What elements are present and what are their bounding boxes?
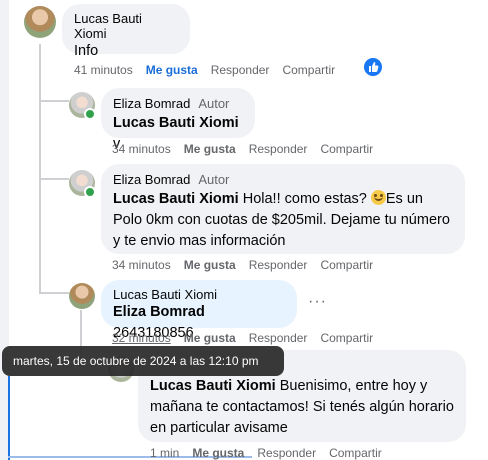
comment-author[interactable]: Lucas Bauti Xiomi xyxy=(74,11,178,41)
comment-time[interactable]: 32 minutos xyxy=(112,331,171,345)
share-button[interactable]: Compartir xyxy=(320,258,373,272)
smile-emoji-icon xyxy=(370,190,386,205)
avatar[interactable] xyxy=(69,283,95,309)
like-button[interactable]: Me gusta xyxy=(184,258,236,272)
like-button[interactable]: Me gusta xyxy=(184,142,236,156)
comment-author[interactable]: Eliza Bomrad xyxy=(113,172,190,187)
avatar[interactable] xyxy=(24,6,56,38)
mention-link[interactable]: Lucas Bauti Xiomi xyxy=(113,115,239,131)
share-button[interactable]: Compartir xyxy=(320,142,373,156)
comment-time[interactable]: 1 min xyxy=(150,446,179,460)
mention-link[interactable]: Lucas Bauti Xiomi xyxy=(113,191,239,207)
comment-actions: 32 minutos Me gusta Responder Compartir xyxy=(112,331,386,345)
like-reaction-icon[interactable] xyxy=(364,58,382,76)
timestamp-tooltip: martes, 15 de octubre de 2024 a las 12:1… xyxy=(2,346,284,376)
comment-actions: 41 minutos Me gusta Responder Compartir xyxy=(74,63,348,77)
comment-actions: 34 minutos Me gusta Responder Compartir xyxy=(112,142,386,156)
online-status-icon xyxy=(84,186,96,198)
share-button[interactable]: Compartir xyxy=(282,63,335,77)
comment-author[interactable]: Eliza Bomrad xyxy=(113,96,190,111)
comment-time[interactable]: 34 minutos xyxy=(112,258,171,272)
comment-bubble: Lucas Bauti Xiomi Eliza Bomrad 264318085… xyxy=(101,280,297,341)
comment-time[interactable]: 41 minutos xyxy=(74,63,133,77)
mention-link[interactable]: Eliza Bomrad xyxy=(113,304,205,320)
share-button[interactable]: Compartir xyxy=(329,446,382,460)
comment-actions: 34 minutos Me gusta Responder Compartir xyxy=(112,258,386,272)
like-button[interactable]: Me gusta xyxy=(192,446,244,460)
like-button[interactable]: Me gusta xyxy=(146,63,198,77)
thread-line xyxy=(39,44,41,292)
mention-link[interactable]: Lucas Bauti Xiomi xyxy=(150,378,276,394)
comment-time[interactable]: 34 minutos xyxy=(112,142,171,156)
focus-indicator xyxy=(8,376,10,460)
reply-button[interactable]: Responder xyxy=(249,258,308,272)
author-badge: Autor xyxy=(198,96,230,111)
like-button[interactable]: Me gusta xyxy=(184,331,236,345)
comment-bubble: Eliza Bomrad Autor Lucas Bauti Xiomi Hola… xyxy=(101,164,465,254)
share-button[interactable]: Compartir xyxy=(320,331,373,345)
thread-branch xyxy=(39,100,69,102)
comment-actions: 1 min Me gusta Responder Compartir xyxy=(150,446,395,460)
thread-branch xyxy=(39,178,69,180)
more-options-icon[interactable]: ··· xyxy=(308,293,327,311)
online-status-icon xyxy=(84,108,96,120)
thread-branch xyxy=(39,292,69,294)
comment-author[interactable]: Lucas Bauti Xiomi xyxy=(113,287,285,302)
author-badge: Autor xyxy=(198,172,230,187)
reply-button[interactable]: Responder xyxy=(249,142,308,156)
comment-text: Hola!! como estas? xyxy=(238,191,371,207)
reply-button[interactable]: Responder xyxy=(249,331,308,345)
comment-bubble: Lucas Bauti Xiomi Info xyxy=(62,4,190,59)
comment-text: Info xyxy=(74,43,99,59)
comment-bubble: Eliza Bomrad Autor Lucas Bauti Xiomi v xyxy=(101,88,255,152)
reply-button[interactable]: Responder xyxy=(211,63,270,77)
reply-button[interactable]: Responder xyxy=(257,446,316,460)
